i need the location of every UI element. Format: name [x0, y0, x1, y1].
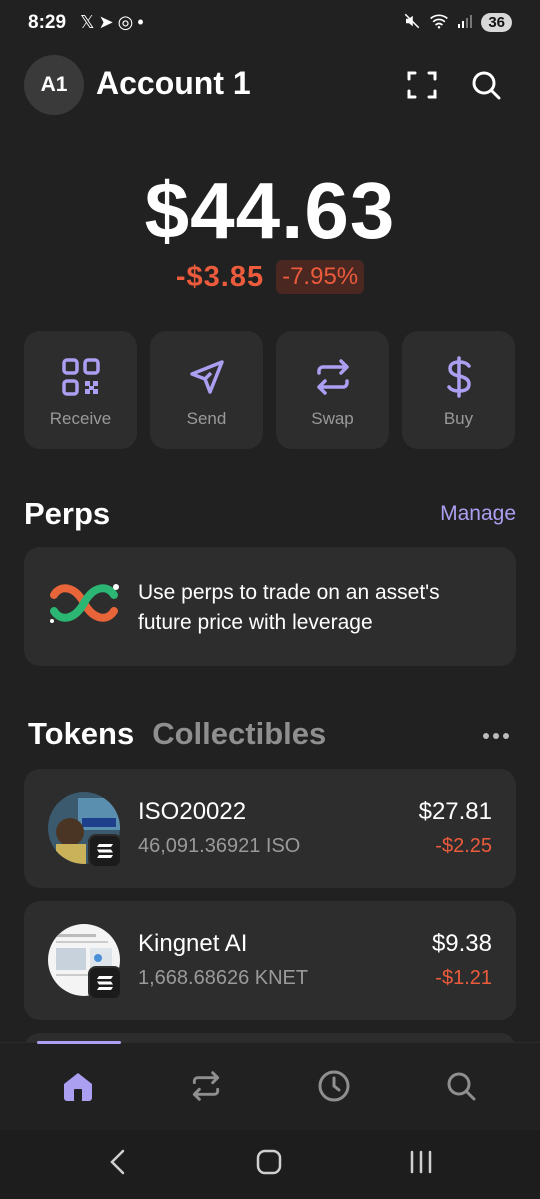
- more-dots-icon: [483, 733, 489, 739]
- tab-tokens[interactable]: Tokens: [28, 716, 134, 752]
- perps-infinity-icon: [46, 577, 124, 634]
- notification-icons: 𝕏➤◎•: [80, 12, 148, 33]
- token-name: Kingnet AI: [138, 930, 248, 957]
- more-options-button[interactable]: [476, 724, 516, 748]
- asset-tabs: Tokens Collectibles: [28, 716, 326, 752]
- mute-icon: [403, 12, 421, 33]
- signal-icon: [457, 13, 473, 32]
- system-home-button[interactable]: [249, 1147, 289, 1177]
- search-button[interactable]: [466, 65, 506, 105]
- telegram-icon: ➤: [98, 12, 118, 32]
- perps-description: Use perps to trade on an asset's future …: [138, 581, 440, 634]
- account-avatar[interactable]: A1: [24, 55, 84, 115]
- solana-chain-icon: [88, 966, 122, 1000]
- account-name[interactable]: Account 1: [96, 65, 251, 102]
- home-square-icon: [256, 1149, 282, 1175]
- nav-search[interactable]: [441, 1066, 481, 1106]
- token-change: -$1.21: [435, 967, 492, 989]
- token-amount: 1,668.68626 KNET: [138, 967, 309, 989]
- x-icon: 𝕏: [80, 12, 99, 32]
- nav-active-indicator: [37, 1041, 121, 1044]
- buy-label: Buy: [443, 409, 474, 428]
- status-time: 8:29: [28, 12, 67, 33]
- send-icon: [189, 357, 225, 397]
- nav-swap[interactable]: [186, 1066, 226, 1106]
- status-right: 36: [403, 12, 512, 33]
- more-dot: [503, 733, 509, 739]
- whatsapp-icon: ◎: [117, 12, 138, 32]
- total-balance: $44.63: [144, 166, 396, 255]
- send-label: Send: [186, 409, 227, 428]
- buy-button[interactable]: Buy: [402, 331, 515, 449]
- perps-title: Perps: [24, 496, 111, 531]
- swap-icon: [315, 357, 351, 397]
- swap-label: Swap: [311, 409, 354, 428]
- balance-change: -$3.85 -7.95%: [0, 260, 540, 294]
- battery-level: 36: [481, 13, 512, 32]
- nav-history[interactable]: [314, 1066, 354, 1106]
- token-name: ISO20022: [138, 798, 247, 825]
- scan-button[interactable]: [402, 65, 442, 105]
- solana-chain-icon: [88, 834, 122, 868]
- balance-change-amount: -$3.85: [175, 260, 265, 293]
- search-icon: [472, 71, 501, 100]
- notification-dot-icon: •: [137, 12, 148, 32]
- nav-home[interactable]: [58, 1066, 98, 1106]
- receive-label: Receive: [49, 409, 112, 428]
- home-icon: [64, 1073, 92, 1101]
- balance-change-percent: -7.95%: [276, 260, 365, 294]
- receive-button[interactable]: Receive: [24, 331, 137, 449]
- swap-icon: [192, 1071, 220, 1101]
- swap-button[interactable]: Swap: [276, 331, 389, 449]
- tab-collectibles[interactable]: Collectibles: [152, 716, 326, 752]
- token-amount: 46,091.36921 ISO: [138, 835, 301, 857]
- system-recents-button[interactable]: [401, 1147, 441, 1177]
- clock-icon: [318, 1070, 350, 1102]
- token-value: $9.38: [431, 930, 492, 957]
- token-value: $27.81: [418, 798, 492, 825]
- qr-code-icon: [61, 357, 100, 397]
- dollar-icon: [444, 356, 474, 398]
- system-back-button[interactable]: [98, 1147, 138, 1177]
- token-change: -$2.25: [435, 835, 492, 857]
- wifi-icon: [429, 13, 449, 32]
- back-chevron-icon: [110, 1149, 125, 1175]
- scan-icon: [407, 71, 437, 99]
- send-button[interactable]: Send: [150, 331, 263, 449]
- search-icon: [447, 1072, 476, 1101]
- more-dot: [493, 733, 499, 739]
- manage-perps-link[interactable]: Manage: [440, 502, 516, 526]
- recents-icon: [410, 1150, 432, 1174]
